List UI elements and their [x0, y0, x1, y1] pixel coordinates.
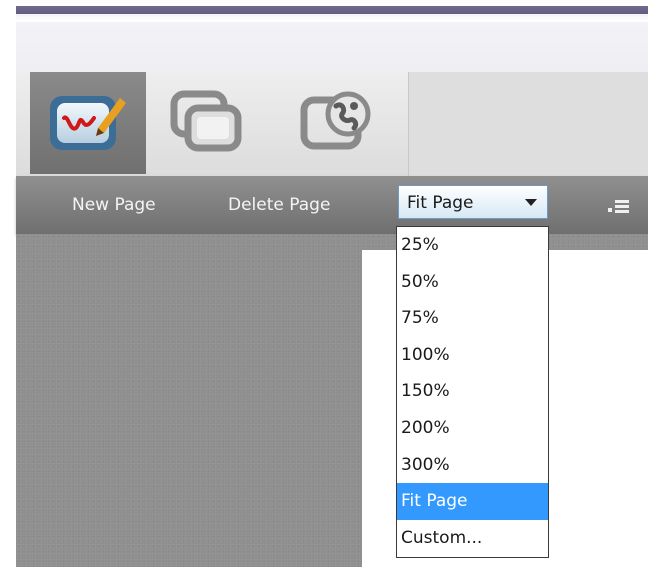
zoom-option[interactable]: 75%: [397, 300, 548, 337]
whiteboard-tool-button[interactable]: [30, 72, 146, 174]
zoom-option[interactable]: Fit Page: [397, 483, 548, 520]
command-bar: New Page Delete Page Fit Page: [16, 176, 648, 234]
zoom-option[interactable]: 100%: [397, 337, 548, 374]
title-bar: [16, 0, 648, 22]
tool-ribbon: [16, 72, 648, 176]
zoom-option[interactable]: 300%: [397, 447, 548, 484]
list-menu-icon[interactable]: [608, 198, 632, 214]
pen-whiteboard-icon: [50, 96, 126, 150]
tool-icon-panel: [16, 72, 409, 176]
window-edge: [0, 0, 16, 567]
globe-window-icon: [300, 91, 371, 150]
header-band: [16, 22, 648, 73]
overlapping-windows-icon: [170, 90, 242, 152]
zoom-select[interactable]: Fit Page: [398, 185, 548, 219]
zoom-select-value: Fit Page: [407, 193, 474, 213]
zoom-option[interactable]: 200%: [397, 410, 548, 447]
zoom-option[interactable]: 25%: [397, 227, 548, 264]
new-page-button[interactable]: New Page: [72, 195, 156, 215]
web-tool-button[interactable]: [280, 72, 396, 174]
zoom-option[interactable]: 150%: [397, 373, 548, 410]
zoom-dropdown-list: 25% 50% 75% 100% 150% 200% 300% Fit Page Custom.…: [396, 226, 549, 558]
chevron-down-icon: [525, 199, 537, 206]
zoom-option[interactable]: 50%: [397, 264, 548, 301]
delete-page-button[interactable]: Delete Page: [228, 195, 330, 215]
windows-tool-button[interactable]: [150, 72, 266, 174]
zoom-option[interactable]: Custom...: [397, 520, 548, 557]
workspace-area: [16, 234, 648, 570]
